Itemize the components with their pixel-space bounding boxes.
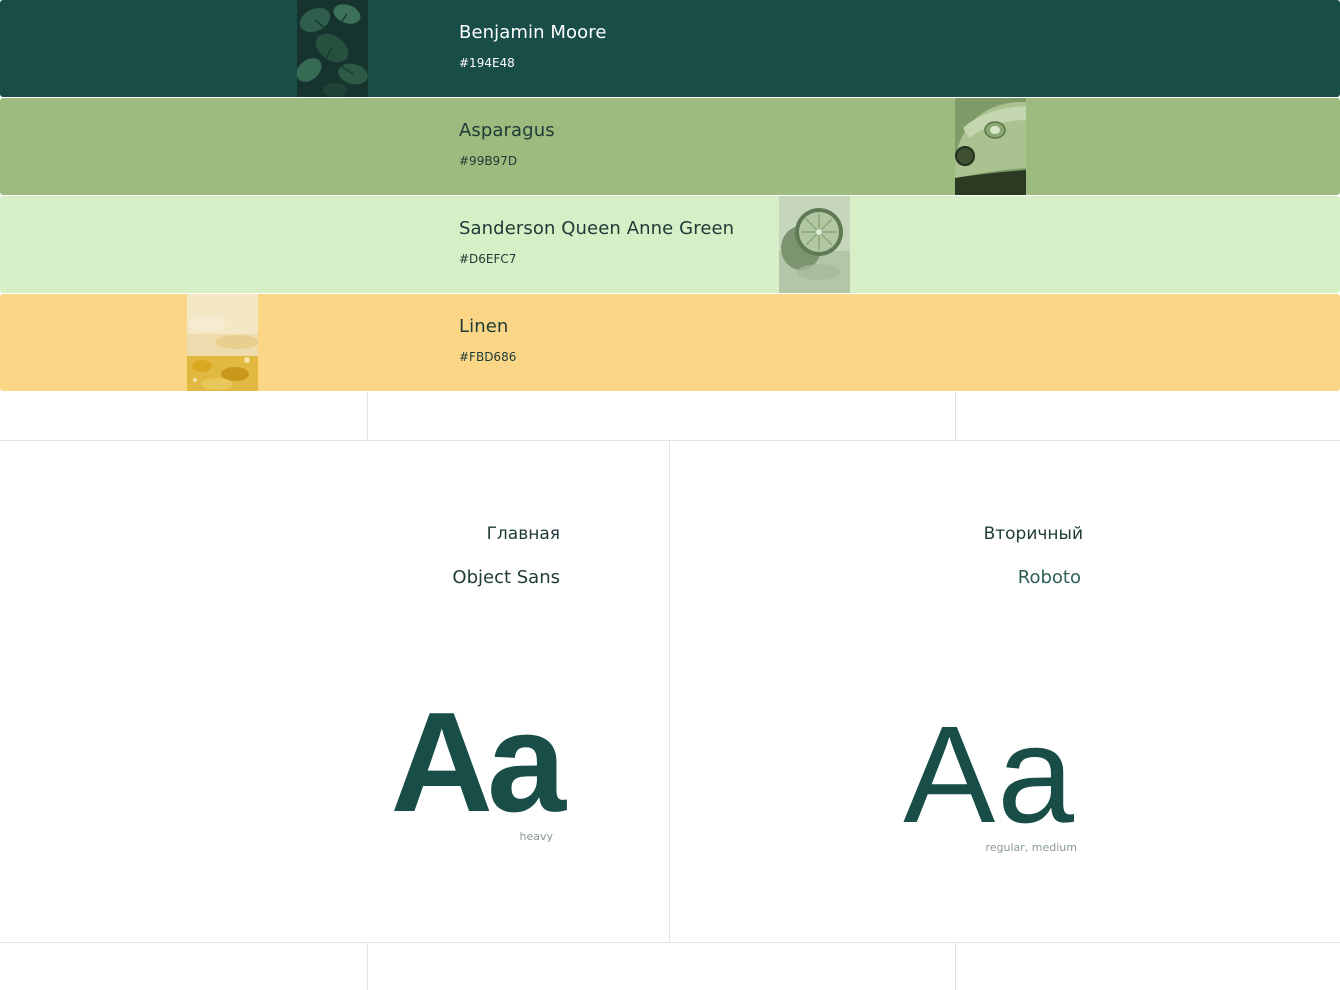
color-strip-benjamin-moore: Benjamin Moore #194E48 [0, 0, 1340, 97]
texture-photo [187, 294, 258, 391]
color-strip-asparagus: Asparagus #99B97D [0, 98, 1340, 195]
car-photo [955, 98, 1026, 195]
color-strip-sanderson-queen-anne-green: Sanderson Queen Anne Green #D6EFC7 [0, 196, 1340, 293]
grid-line [669, 440, 670, 942]
color-hex: #99B97D [459, 154, 518, 168]
color-hex: #194E48 [459, 56, 515, 70]
color-hex: #D6EFC7 [459, 252, 517, 266]
primary-font-family: Object Sans [452, 567, 560, 588]
grid-line [367, 942, 368, 990]
grid-line [955, 942, 956, 990]
color-name: Sanderson Queen Anne Green [459, 218, 735, 239]
brand-guide-page: Benjamin Moore #194E48 Asparagus #99B97D [0, 0, 1340, 990]
color-name: Asparagus [459, 120, 555, 141]
primary-font-sample: Aa [390, 683, 566, 842]
primary-font-role: Главная [486, 524, 560, 544]
leaf-photo [297, 0, 368, 97]
secondary-font-family: Roboto [1017, 567, 1081, 588]
color-name: Benjamin Moore [459, 22, 607, 43]
grid-line [955, 392, 956, 440]
grid-line [367, 392, 368, 440]
lime-photo [779, 196, 850, 293]
secondary-font-role: Вторичный [983, 524, 1083, 544]
primary-font-weights: heavy [519, 830, 554, 843]
color-strip-linen: Linen #FBD686 [0, 294, 1340, 391]
color-name: Linen [459, 316, 509, 337]
grid-line [0, 440, 1340, 441]
color-hex: #FBD686 [459, 350, 517, 364]
grid-line [0, 942, 1340, 943]
secondary-font-sample: Aa [903, 698, 1076, 852]
secondary-font-weights: regular, medium [985, 841, 1077, 854]
